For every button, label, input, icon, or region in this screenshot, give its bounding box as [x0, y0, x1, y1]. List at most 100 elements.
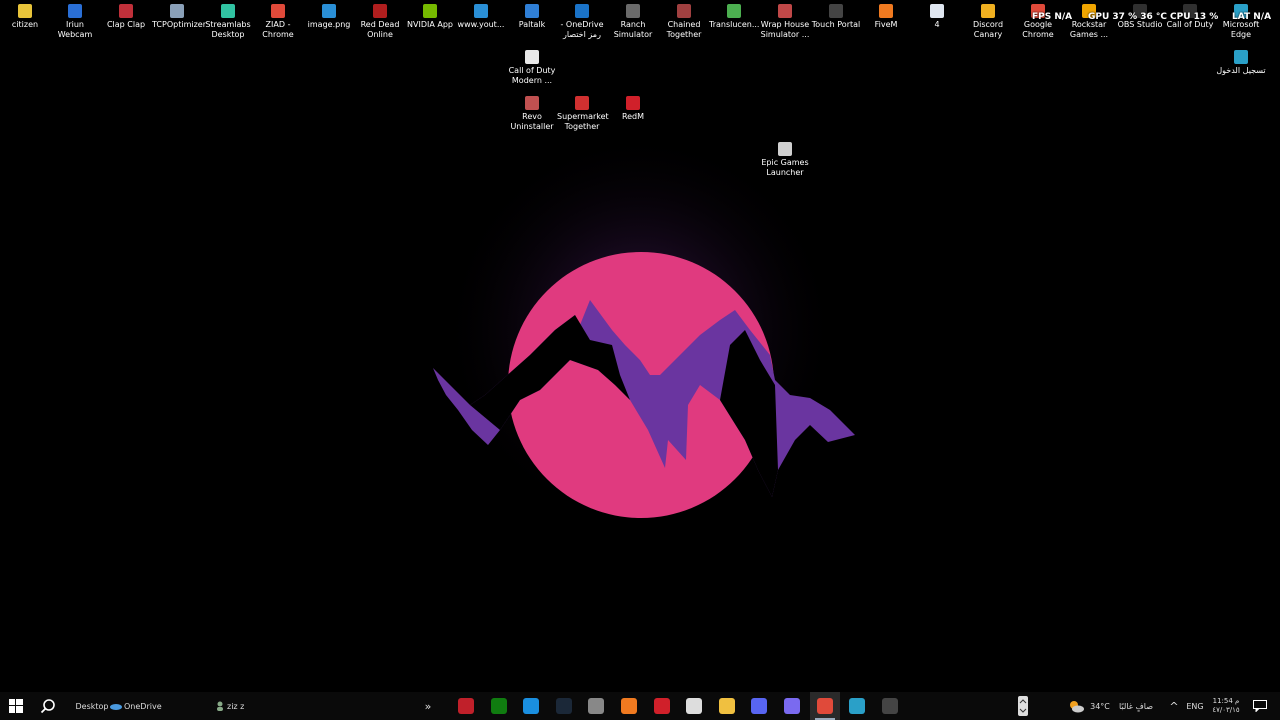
desktop-icon[interactable]: Streamlabs Desktop	[203, 0, 253, 40]
desktop-icon-label: Clap Clap	[106, 20, 146, 29]
taskbar-app-settings[interactable]	[581, 692, 611, 720]
desktop-icon[interactable]: Iriun Webcam	[50, 0, 100, 40]
windows-logo-icon[interactable]	[0, 692, 32, 720]
clock[interactable]: 11:54 م ٤٧/٠٣/١٥	[1208, 692, 1244, 720]
desktop-icon-label: Ranch Simulator	[613, 20, 653, 39]
desktop-icon[interactable]: تسجيل الدخول	[1216, 46, 1266, 76]
desktop-icon[interactable]: Chained Together	[659, 0, 709, 40]
taskbar-app-steam[interactable]	[549, 692, 579, 720]
taskbar-app-obs[interactable]	[875, 692, 905, 720]
taskbar-app-discord[interactable]	[744, 692, 774, 720]
desktop-icon-label: RedM	[621, 112, 645, 121]
desktop-icon-label: FiveM	[874, 20, 898, 29]
taskbar-app-chrome[interactable]	[810, 692, 840, 720]
app-icon	[170, 4, 184, 18]
desktop-icon-label: Epic Games Launcher	[761, 158, 809, 177]
onedrive-label: OneDrive	[124, 701, 162, 711]
clock-date: ٤٧/٠٣/١٥	[1212, 706, 1240, 714]
edge-icon	[849, 698, 865, 714]
search-icon[interactable]	[34, 692, 62, 720]
taskbar-app-edge[interactable]	[842, 692, 872, 720]
taskbar-app-battle-net[interactable]	[516, 692, 546, 720]
tray-expand-chevron-icon[interactable]: ^	[1166, 692, 1182, 720]
weather-description[interactable]: صافٍ غالبًا	[1114, 692, 1158, 720]
taskbar-app-xbox[interactable]	[484, 692, 514, 720]
desktop-icon[interactable]: citizen	[0, 0, 50, 30]
discord-icon	[751, 698, 767, 714]
weather-icon[interactable]	[1066, 692, 1086, 720]
app-icon	[575, 4, 589, 18]
desktop-icon[interactable]: Revo Uninstaller	[507, 92, 557, 132]
app-icon	[423, 4, 437, 18]
desktop-icon-label: TCPOptimizer	[152, 20, 206, 29]
desktop-icon[interactable]: Ranch Simulator	[608, 0, 658, 40]
taskbar-app-copilot[interactable]	[777, 692, 807, 720]
clock-time: 11:54 م	[1212, 697, 1240, 705]
desktop-icon[interactable]: image.png	[304, 0, 354, 30]
battle-net-icon	[523, 698, 539, 714]
desktop-icon-label: citizen	[11, 20, 39, 29]
user-folder-toolbar[interactable]: ziz z	[216, 692, 252, 720]
scroll-up-icon[interactable]	[1016, 692, 1030, 720]
app-icon	[829, 4, 843, 18]
desktop-icon[interactable]: FiveM	[861, 0, 911, 30]
desktop-icon[interactable]: Paltalk	[507, 0, 557, 30]
toolbar-overflow-chevron-icon[interactable]: »	[420, 692, 436, 720]
app-icon	[474, 4, 488, 18]
steam-icon	[556, 698, 572, 714]
desktop-icon[interactable]: Epic Games Launcher	[760, 138, 810, 178]
desktop-icon-label: Rockstar Games ...	[1069, 20, 1109, 39]
app-icon	[18, 4, 32, 18]
desktop-icon-label: Wrap House Simulator ...	[760, 20, 810, 39]
weather-temperature[interactable]: 34°C	[1088, 692, 1112, 720]
app-icon	[525, 50, 539, 64]
taskbar-app-redm[interactable]	[647, 692, 677, 720]
desktop-icon-label: ZIAD - Chrome	[262, 20, 294, 39]
copilot-icon	[784, 698, 800, 714]
app-icon	[322, 4, 336, 18]
desktop-icon[interactable]: Discord Canary	[963, 0, 1013, 40]
desktop-icon-label: Paltalk	[518, 20, 546, 29]
app-icon	[879, 4, 893, 18]
desktop-icon[interactable]: ZIAD - Chrome	[253, 0, 303, 40]
app-icon	[677, 4, 691, 18]
desktop-icon[interactable]: www.yout...	[456, 0, 506, 30]
fps-readout: FPS N/A	[1032, 12, 1073, 22]
desktop-icon[interactable]: Wrap House Simulator ...	[760, 0, 810, 40]
desktop-icon-label: NVIDIA App	[407, 20, 453, 29]
settings-icon	[588, 698, 604, 714]
app-icon	[525, 4, 539, 18]
taskbar: Desktop OneDrive ziz z » 34°C صافٍ غالبً…	[0, 692, 1280, 720]
taskbar-app-file-explorer[interactable]	[712, 692, 742, 720]
desktop-icon[interactable]: Call of Duty Modern ...	[507, 46, 557, 86]
desktop-icon[interactable]: 4	[912, 0, 962, 30]
desktop-icon[interactable]: - OneDrive رمز اختصار	[557, 0, 607, 40]
app-icon	[119, 4, 133, 18]
desktop-icon-label: Microsoft Edge	[1222, 20, 1260, 39]
desktop-icon[interactable]: Supermarket Together	[557, 92, 609, 132]
language-indicator[interactable]: ENG	[1184, 692, 1206, 720]
app-icon	[525, 96, 539, 110]
app-icon	[626, 96, 640, 110]
desktop-icon-label: www.yout...	[457, 20, 505, 29]
notification-icon[interactable]	[1248, 692, 1272, 720]
desktop-icon[interactable]: Red Dead Online	[355, 0, 405, 40]
user-icon	[217, 701, 223, 711]
taskbar-app-store[interactable]	[679, 692, 709, 720]
desktop-icon[interactable]: Translucen...	[709, 0, 759, 30]
desktop-toolbar-label[interactable]: Desktop	[76, 692, 109, 720]
app-icon	[727, 4, 741, 18]
desktop-icon-label: Google Chrome	[1022, 20, 1054, 39]
desktop-icon[interactable]: Clap Clap	[101, 0, 151, 30]
taskbar-app-media-player[interactable]	[451, 692, 481, 720]
media-player-icon	[458, 698, 474, 714]
app-icon	[373, 4, 387, 18]
xbox-icon	[491, 698, 507, 714]
onedrive-toolbar[interactable]: OneDrive	[110, 692, 162, 720]
taskbar-app-fivem[interactable]	[614, 692, 644, 720]
desktop-icon[interactable]: TCPOptimizer	[152, 0, 206, 30]
desktop-icon[interactable]: Touch Portal	[811, 0, 861, 30]
desktop-icon[interactable]: RedM	[608, 92, 658, 122]
desktop-icon[interactable]: NVIDIA App	[405, 0, 455, 30]
user-label: ziz z	[227, 701, 245, 711]
